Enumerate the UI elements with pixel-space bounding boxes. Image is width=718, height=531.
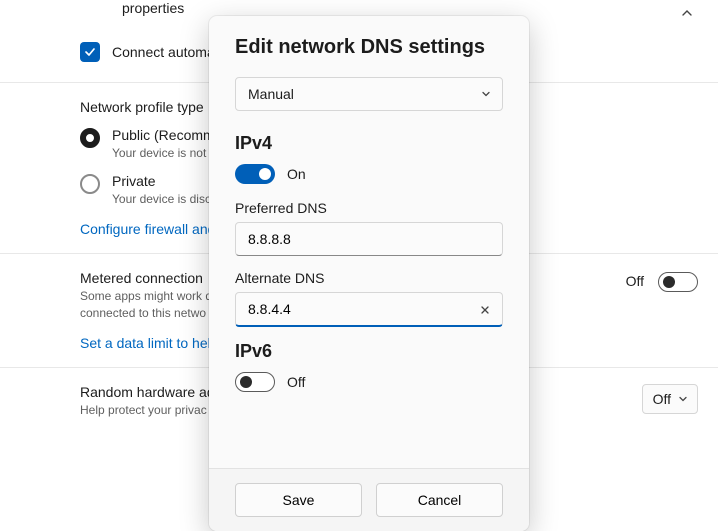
metered-toggle[interactable]	[658, 272, 698, 292]
ipv6-toggle[interactable]	[235, 372, 275, 392]
random-hw-select-value: Off	[653, 391, 671, 407]
connect-auto-checkbox[interactable]	[80, 42, 100, 62]
dns-settings-dialog: Edit network DNS settings Manual IPv4 On…	[209, 16, 529, 531]
dns-mode-value: Manual	[248, 86, 294, 102]
firewall-link[interactable]: Configure firewall and	[80, 221, 215, 237]
clear-alternate-dns-button[interactable]	[475, 300, 495, 320]
random-hw-select[interactable]: Off	[642, 384, 698, 414]
dns-mode-dropdown[interactable]: Manual	[235, 77, 503, 111]
ipv4-heading: IPv4	[235, 133, 503, 154]
chevron-down-icon	[677, 393, 689, 405]
metered-state: Off	[626, 273, 644, 289]
radio-private[interactable]	[80, 174, 100, 194]
save-button[interactable]: Save	[235, 483, 362, 517]
ipv4-state: On	[287, 166, 306, 182]
ipv6-state: Off	[287, 374, 305, 390]
preferred-dns-input[interactable]	[235, 222, 503, 256]
ipv4-toggle[interactable]	[235, 164, 275, 184]
data-limit-link[interactable]: Set a data limit to hel	[80, 335, 211, 351]
preferred-dns-label: Preferred DNS	[235, 200, 503, 216]
radio-public[interactable]	[80, 128, 100, 148]
chevron-down-icon	[480, 88, 492, 100]
chevron-up-icon[interactable]	[680, 6, 694, 20]
ipv6-heading: IPv6	[235, 341, 503, 362]
dialog-title: Edit network DNS settings	[235, 36, 503, 59]
alternate-dns-input[interactable]	[235, 292, 503, 327]
cancel-button[interactable]: Cancel	[376, 483, 503, 517]
connect-auto-label: Connect automat	[112, 44, 219, 60]
alternate-dns-label: Alternate DNS	[235, 270, 503, 286]
